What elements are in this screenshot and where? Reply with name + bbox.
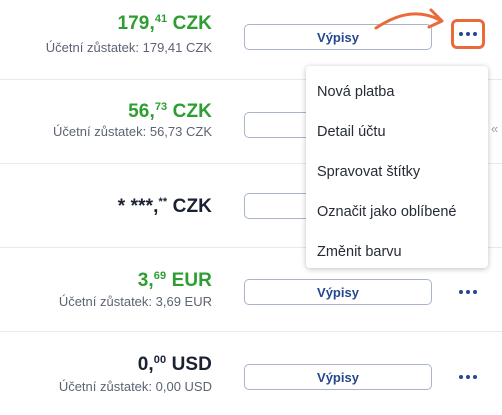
statements-button[interactable]: Výpisy: [244, 24, 432, 50]
amount-integer: 56,: [128, 101, 155, 122]
account-balance: Účetní zůstatek: 3,69 EUR: [58, 294, 212, 309]
amount-decimals: 73: [154, 101, 168, 113]
more-options-button[interactable]: [451, 19, 485, 49]
menu-item-new-payment[interactable]: Nová platba: [306, 72, 488, 112]
amount-currency: EUR: [166, 270, 212, 291]
chevron-double-left-icon[interactable]: «: [491, 121, 498, 136]
account-amount: 56,73 CZK: [128, 101, 212, 123]
amount-currency: CZK: [167, 101, 212, 122]
account-amount: 179,41 CZK: [117, 13, 212, 35]
account-balance: Účetní zůstatek: 179,41 CZK: [45, 40, 212, 55]
more-horizontal-icon: [459, 32, 463, 36]
amount-currency: USD: [166, 354, 212, 375]
amount-decimals: **: [158, 196, 168, 208]
statements-button[interactable]: Výpisy: [244, 364, 432, 390]
amount-integer: * ***,: [117, 196, 159, 217]
amount-decimals: 00: [153, 354, 167, 366]
menu-item-mark-favorite[interactable]: Označit jako oblíbené: [306, 192, 488, 232]
amount-currency: CZK: [167, 13, 212, 34]
more-options-button[interactable]: [451, 277, 485, 307]
account-row: 0,00 USD Účetní zůstatek: 0,00 USD Výpis…: [0, 332, 502, 415]
amount-integer: 179,: [117, 13, 155, 34]
more-options-button[interactable]: [451, 362, 485, 392]
account-amount: * ***,** CZK: [118, 196, 212, 218]
amount-integer: 3,: [137, 270, 154, 291]
amount-decimals: 41: [154, 13, 168, 25]
menu-item-change-color[interactable]: Změnit barvu: [306, 232, 488, 272]
account-balance: Účetní zůstatek: 56,73 CZK: [53, 124, 212, 139]
more-horizontal-icon: [459, 375, 463, 379]
account-amount: 3,69 EUR: [138, 270, 212, 292]
menu-item-account-detail[interactable]: Detail účtu: [306, 112, 488, 152]
account-balance: Účetní zůstatek: 0,00 USD: [58, 379, 212, 394]
more-horizontal-icon: [459, 290, 463, 294]
account-amount: 0,00 USD: [138, 354, 212, 376]
amount-integer: 0,: [137, 354, 154, 375]
amount-decimals: 69: [153, 270, 167, 282]
amount-currency: CZK: [167, 196, 212, 217]
menu-item-manage-tags[interactable]: Spravovat štítky: [306, 152, 488, 192]
accounts-page: 179,41 CZK Účetní zůstatek: 179,41 CZK V…: [0, 0, 502, 415]
statements-button[interactable]: Výpisy: [244, 279, 432, 305]
account-actions-menu: Nová platba Detail účtu Spravovat štítky…: [306, 66, 488, 268]
